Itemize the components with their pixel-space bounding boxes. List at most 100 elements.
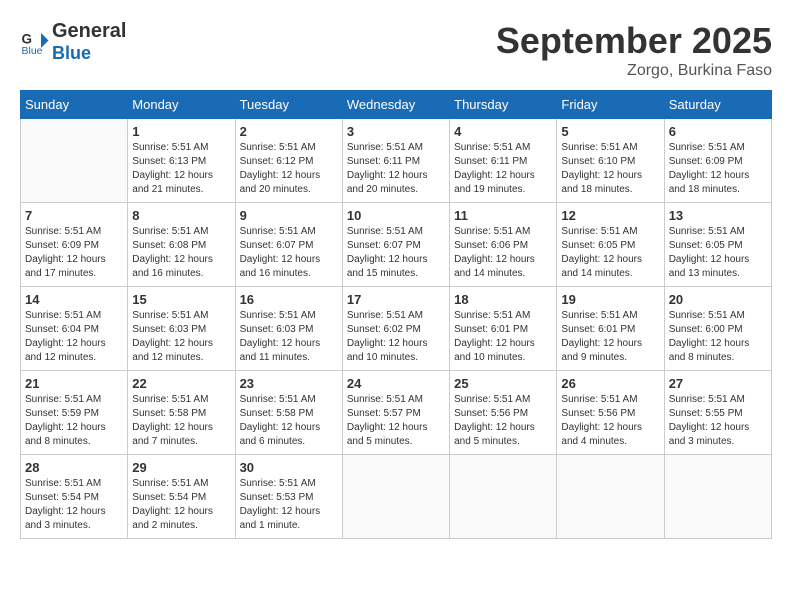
day-number: 26 (561, 376, 659, 391)
day-info: Sunrise: 5:51 AM Sunset: 6:09 PM Dayligh… (25, 225, 123, 281)
day-number: 30 (240, 460, 338, 475)
calendar-cell: 2 Sunrise: 5:51 AM Sunset: 6:12 PM Daylig… (235, 119, 342, 203)
header-day-sunday: Sunday (21, 91, 128, 119)
day-number: 20 (669, 292, 767, 307)
calendar-cell (664, 455, 771, 539)
day-info: Sunrise: 5:51 AM Sunset: 5:58 PM Dayligh… (240, 393, 338, 449)
calendar-table: SundayMondayTuesdayWednesdayThursdayFrid… (20, 90, 772, 539)
day-number: 15 (132, 292, 230, 307)
calendar-cell: 12Sunrise: 5:51 AM Sunset: 6:05 PM Dayli… (557, 203, 664, 287)
calendar-cell: 26 Sunrise: 5:51 AM Sunset: 5:56 PM Dayli… (557, 371, 664, 455)
calendar-cell: 14Sunrise: 5:51 AM Sunset: 6:04 PM Dayli… (21, 287, 128, 371)
header-day-saturday: Saturday (664, 91, 771, 119)
day-info: Sunrise: 5:51 AM Sunset: 6:07 PM Dayligh… (347, 225, 445, 281)
calendar-cell: 17 Sunrise: 5:51 AM Sunset: 6:02 PM Dayli… (342, 287, 449, 371)
day-info: Sunrise: 5:51 AM Sunset: 6:12 PM Dayligh… (240, 141, 338, 197)
day-info: Sunrise: 5:51 AM Sunset: 6:09 PM Dayligh… (669, 141, 767, 197)
day-info: Sunrise: 5:51 AM Sunset: 6:03 PM Dayligh… (132, 309, 230, 365)
day-info: Sunrise: 5:51 AM Sunset: 6:00 PM Dayligh… (669, 309, 767, 365)
calendar-cell: 27 Sunrise: 5:51 AM Sunset: 5:55 PM Dayli… (664, 371, 771, 455)
day-number: 6 (669, 124, 767, 139)
day-number: 3 (347, 124, 445, 139)
logo: G Blue General Blue (20, 20, 126, 64)
calendar-cell: 7 Sunrise: 5:51 AM Sunset: 6:09 PM Daylig… (21, 203, 128, 287)
header-day-thursday: Thursday (450, 91, 557, 119)
calendar-cell: 6 Sunrise: 5:51 AM Sunset: 6:09 PM Daylig… (664, 119, 771, 203)
day-info: Sunrise: 5:51 AM Sunset: 6:01 PM Dayligh… (454, 309, 552, 365)
calendar-cell: 19Sunrise: 5:51 AM Sunset: 6:01 PM Dayli… (557, 287, 664, 371)
calendar-cell: 16Sunrise: 5:51 AM Sunset: 6:03 PM Dayli… (235, 287, 342, 371)
day-info: Sunrise: 5:51 AM Sunset: 6:11 PM Dayligh… (454, 141, 552, 197)
calendar-cell: 9Sunrise: 5:51 AM Sunset: 6:07 PM Daylig… (235, 203, 342, 287)
day-number: 1 (132, 124, 230, 139)
calendar-cell: 8 Sunrise: 5:51 AM Sunset: 6:08 PM Daylig… (128, 203, 235, 287)
day-number: 28 (25, 460, 123, 475)
day-number: 24 (347, 376, 445, 391)
day-info: Sunrise: 5:51 AM Sunset: 5:57 PM Dayligh… (347, 393, 445, 449)
calendar-cell: 13 Sunrise: 5:51 AM Sunset: 6:05 PM Dayli… (664, 203, 771, 287)
day-info: Sunrise: 5:51 AM Sunset: 5:54 PM Dayligh… (25, 477, 123, 533)
header-day-friday: Friday (557, 91, 664, 119)
day-number: 22 (132, 376, 230, 391)
day-info: Sunrise: 5:51 AM Sunset: 6:05 PM Dayligh… (669, 225, 767, 281)
title-block: September 2025 Zorgo, Burkina Faso (496, 20, 772, 80)
calendar-cell: 15 Sunrise: 5:51 AM Sunset: 6:03 PM Dayli… (128, 287, 235, 371)
calendar-cell: 5Sunrise: 5:51 AM Sunset: 6:10 PM Daylig… (557, 119, 664, 203)
calendar-cell: 1 Sunrise: 5:51 AM Sunset: 6:13 PM Daylig… (128, 119, 235, 203)
page-header: G Blue General Blue September 2025 Zorgo… (20, 20, 772, 80)
calendar-cell (450, 455, 557, 539)
day-info: Sunrise: 5:51 AM Sunset: 5:59 PM Dayligh… (25, 393, 123, 449)
day-number: 14 (25, 292, 123, 307)
calendar-cell: 25Sunrise: 5:51 AM Sunset: 5:56 PM Dayli… (450, 371, 557, 455)
header-day-wednesday: Wednesday (342, 91, 449, 119)
day-number: 19 (561, 292, 659, 307)
day-number: 11 (454, 208, 552, 223)
calendar-cell (21, 119, 128, 203)
day-number: 5 (561, 124, 659, 139)
svg-text:Blue: Blue (22, 45, 43, 57)
month-title: September 2025 (496, 20, 772, 62)
header-day-tuesday: Tuesday (235, 91, 342, 119)
calendar-cell: 3 Sunrise: 5:51 AM Sunset: 6:11 PM Daylig… (342, 119, 449, 203)
day-number: 10 (347, 208, 445, 223)
week-row-1: 1 Sunrise: 5:51 AM Sunset: 6:13 PM Daylig… (21, 119, 772, 203)
week-row-3: 14Sunrise: 5:51 AM Sunset: 6:04 PM Dayli… (21, 287, 772, 371)
day-number: 2 (240, 124, 338, 139)
week-row-4: 21Sunrise: 5:51 AM Sunset: 5:59 PM Dayli… (21, 371, 772, 455)
day-info: Sunrise: 5:51 AM Sunset: 6:13 PM Dayligh… (132, 141, 230, 197)
day-info: Sunrise: 5:51 AM Sunset: 5:56 PM Dayligh… (561, 393, 659, 449)
logo-blue: Blue (52, 43, 126, 64)
day-number: 8 (132, 208, 230, 223)
calendar-cell: 4Sunrise: 5:51 AM Sunset: 6:11 PM Daylig… (450, 119, 557, 203)
svg-text:G: G (22, 32, 33, 47)
day-info: Sunrise: 5:51 AM Sunset: 6:06 PM Dayligh… (454, 225, 552, 281)
day-info: Sunrise: 5:51 AM Sunset: 6:05 PM Dayligh… (561, 225, 659, 281)
day-info: Sunrise: 5:51 AM Sunset: 5:58 PM Dayligh… (132, 393, 230, 449)
calendar-cell (557, 455, 664, 539)
header-row: SundayMondayTuesdayWednesdayThursdayFrid… (21, 91, 772, 119)
day-number: 23 (240, 376, 338, 391)
day-number: 13 (669, 208, 767, 223)
day-info: Sunrise: 5:51 AM Sunset: 5:56 PM Dayligh… (454, 393, 552, 449)
header-day-monday: Monday (128, 91, 235, 119)
day-number: 27 (669, 376, 767, 391)
week-row-5: 28 Sunrise: 5:51 AM Sunset: 5:54 PM Dayli… (21, 455, 772, 539)
calendar-cell: 24 Sunrise: 5:51 AM Sunset: 5:57 PM Dayli… (342, 371, 449, 455)
day-number: 16 (240, 292, 338, 307)
calendar-cell: 23 Sunrise: 5:51 AM Sunset: 5:58 PM Dayli… (235, 371, 342, 455)
day-number: 9 (240, 208, 338, 223)
day-number: 7 (25, 208, 123, 223)
day-info: Sunrise: 5:51 AM Sunset: 5:55 PM Dayligh… (669, 393, 767, 449)
calendar-cell: 11 Sunrise: 5:51 AM Sunset: 6:06 PM Dayli… (450, 203, 557, 287)
day-info: Sunrise: 5:51 AM Sunset: 6:02 PM Dayligh… (347, 309, 445, 365)
calendar-cell (342, 455, 449, 539)
day-info: Sunrise: 5:51 AM Sunset: 6:08 PM Dayligh… (132, 225, 230, 281)
calendar-cell: 21Sunrise: 5:51 AM Sunset: 5:59 PM Dayli… (21, 371, 128, 455)
day-info: Sunrise: 5:51 AM Sunset: 6:11 PM Dayligh… (347, 141, 445, 197)
calendar-cell: 29Sunrise: 5:51 AM Sunset: 5:54 PM Dayli… (128, 455, 235, 539)
day-number: 17 (347, 292, 445, 307)
calendar-cell: 20 Sunrise: 5:51 AM Sunset: 6:00 PM Dayli… (664, 287, 771, 371)
day-info: Sunrise: 5:51 AM Sunset: 5:54 PM Dayligh… (132, 477, 230, 533)
logo-general: General (52, 20, 126, 43)
day-number: 18 (454, 292, 552, 307)
